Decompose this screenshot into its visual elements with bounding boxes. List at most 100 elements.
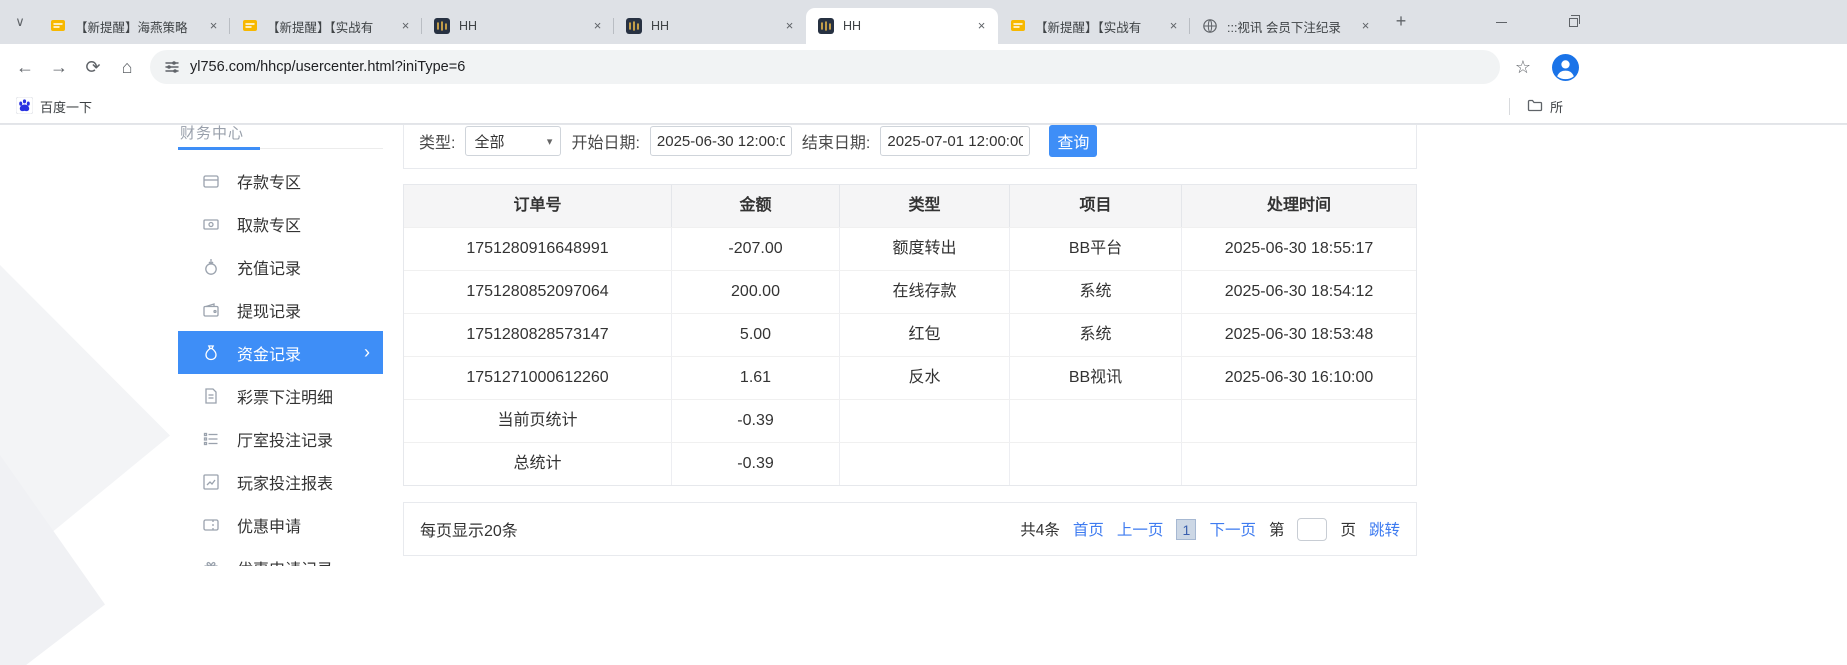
project-cell: 系统 [1009, 314, 1181, 356]
start-date-input[interactable] [650, 126, 792, 156]
sidebar-item-funds-records[interactable]: 资金记录 › [178, 331, 383, 374]
type-filter-label: 类型: [419, 129, 455, 153]
forum-yellow-icon [242, 18, 258, 34]
globe-icon [1202, 18, 1218, 34]
reload-button[interactable]: ⟳ [76, 50, 110, 84]
column-header: 类型 [839, 185, 1009, 227]
summary-label-cell: 总统计 [404, 443, 671, 485]
sidebar-item-label: 厅室投注记录 [237, 427, 333, 451]
tab-label: HH [651, 19, 776, 33]
column-header: 项目 [1009, 185, 1181, 227]
sidebar-item-recharge-records[interactable]: 充值记录 [178, 245, 383, 288]
jump-link[interactable]: 跳转 [1369, 518, 1400, 540]
finance-sidebar: 财务中心 存款专区 取款专区 充值记录 [178, 125, 383, 566]
profile-avatar[interactable] [1552, 54, 1579, 81]
page-label-suffix: 页 [1340, 518, 1356, 540]
type-cell [839, 443, 1009, 485]
minimize-button[interactable] [1478, 0, 1524, 44]
funds-records-panel: 类型: 全部 ▾ 开始日期: 结束日期: 查询 订单号 金额 类型 [403, 125, 1417, 566]
tab-close-icon[interactable]: × [205, 18, 222, 35]
tab-search-chevron-icon[interactable]: ∨ [8, 10, 32, 34]
tab-label: :::视讯 会员下注纪录 [1227, 17, 1352, 36]
window-controls [1478, 0, 1622, 44]
new-tab-button[interactable]: + [1388, 9, 1414, 35]
sidebar-item-promo-apply-records[interactable]: 优惠申请记录 [178, 546, 383, 566]
tab-close-icon[interactable]: × [589, 18, 606, 35]
type-select-value: 全部 [474, 131, 504, 152]
next-page-link[interactable]: 下一页 [1209, 518, 1256, 540]
page-label-prefix: 第 [1269, 518, 1285, 540]
tab-label: 【新提醒】【实战有 [1035, 17, 1160, 36]
search-button[interactable]: 查询 [1049, 125, 1097, 157]
tab-hh-2[interactable]: HH × [614, 8, 806, 44]
tab-hh-active[interactable]: HH × [806, 8, 998, 44]
hh-chart-icon [818, 18, 834, 34]
filter-bar: 类型: 全部 ▾ 开始日期: 结束日期: 查询 [403, 125, 1417, 169]
total-count-text: 共4条 [1020, 518, 1060, 540]
order-id-cell: 1751280828573147 [404, 314, 671, 356]
site-controls-icon[interactable] [164, 59, 180, 75]
sidebar-item-label: 优惠申请 [237, 513, 301, 537]
type-cell: 在线存款 [839, 271, 1009, 313]
first-page-link[interactable]: 首页 [1073, 518, 1104, 540]
bookmark-label: 百度一下 [40, 97, 92, 116]
type-cell: 反水 [839, 357, 1009, 399]
end-date-input[interactable] [880, 126, 1030, 156]
tab-forum-1[interactable]: 【新提醒】海燕策略 × [38, 8, 230, 44]
url-text: yl756.com/hhcp/usercenter.html?iniType=6 [190, 59, 465, 75]
back-button[interactable]: ← [8, 50, 42, 84]
bookmark-baidu[interactable]: 百度一下 [10, 94, 98, 120]
document-icon [202, 387, 220, 405]
sidebar-title-row: 财务中心 [178, 125, 383, 149]
sidebar-item-withdraw-zone[interactable]: 取款专区 [178, 202, 383, 245]
amount-cell: 5.00 [671, 314, 839, 356]
tab-video-records[interactable]: :::视讯 会员下注纪录 × [1190, 8, 1382, 44]
tab-close-icon[interactable]: × [397, 18, 414, 35]
amount-cell: -0.39 [671, 400, 839, 442]
restore-icon [1569, 18, 1578, 27]
minimize-icon [1496, 22, 1507, 23]
column-header: 订单号 [404, 185, 671, 227]
bookmarks-divider [1509, 98, 1510, 115]
home-button[interactable]: ⌂ [110, 50, 144, 84]
column-header: 金额 [671, 185, 839, 227]
tab-close-icon[interactable]: × [781, 18, 798, 35]
sidebar-item-label: 存款专区 [237, 169, 301, 193]
type-cell [839, 400, 1009, 442]
table-summary-row-total: 总统计 -0.39 [404, 442, 1416, 485]
pager: 共4条 首页 上一页 1 下一页 第 页 跳转 [1020, 518, 1400, 541]
tab-hh-1[interactable]: HH × [422, 8, 614, 44]
tab-close-icon[interactable]: × [973, 18, 990, 35]
sidebar-item-deposit-zone[interactable]: 存款专区 [178, 159, 383, 202]
type-select[interactable]: 全部 ▾ [465, 126, 561, 156]
sidebar-item-label: 资金记录 [237, 341, 301, 365]
all-bookmarks-folder[interactable]: 所 [1509, 97, 1563, 116]
prev-page-link[interactable]: 上一页 [1117, 518, 1164, 540]
tab-forum-3[interactable]: 【新提醒】【实战有 × [998, 8, 1190, 44]
tab-close-icon[interactable]: × [1357, 18, 1374, 35]
page-number-input[interactable] [1297, 518, 1327, 541]
address-bar[interactable]: yl756.com/hhcp/usercenter.html?iniType=6 [150, 50, 1500, 84]
table-row: 1751280852097064 200.00 在线存款 系统 2025-06-… [404, 270, 1416, 313]
sidebar-item-player-bet-report[interactable]: 玩家投注报表 [178, 460, 383, 503]
table-header-row: 订单号 金额 类型 项目 处理时间 [404, 185, 1416, 227]
tab-close-icon[interactable]: × [1165, 18, 1182, 35]
current-page-badge[interactable]: 1 [1176, 519, 1196, 540]
sidebar-item-promo-apply[interactable]: 优惠申请 [178, 503, 383, 546]
sidebar-title-underline [178, 147, 260, 150]
tab-forum-2[interactable]: 【新提醒】【实战有 × [230, 8, 422, 44]
tab-label: HH [843, 19, 968, 33]
sidebar-item-label: 玩家投注报表 [237, 470, 333, 494]
sidebar-item-lottery-bet-details[interactable]: 彩票下注明细 [178, 374, 383, 417]
restore-button[interactable] [1550, 0, 1596, 44]
sidebar-item-hall-bet-records[interactable]: 厅室投注记录 [178, 417, 383, 460]
sidebar-item-withdraw-records[interactable]: 提现记录 [178, 288, 383, 331]
sidebar-item-label: 取款专区 [237, 212, 301, 236]
forward-button[interactable]: → [42, 50, 76, 84]
per-page-text: 每页显示20条 [420, 517, 518, 541]
hh-chart-icon [626, 18, 642, 34]
project-cell: 系统 [1009, 271, 1181, 313]
sidebar-menu: 存款专区 取款专区 充值记录 提现记录 [178, 159, 383, 566]
list-icon [202, 430, 220, 448]
bookmark-star-icon[interactable]: ☆ [1508, 52, 1538, 82]
